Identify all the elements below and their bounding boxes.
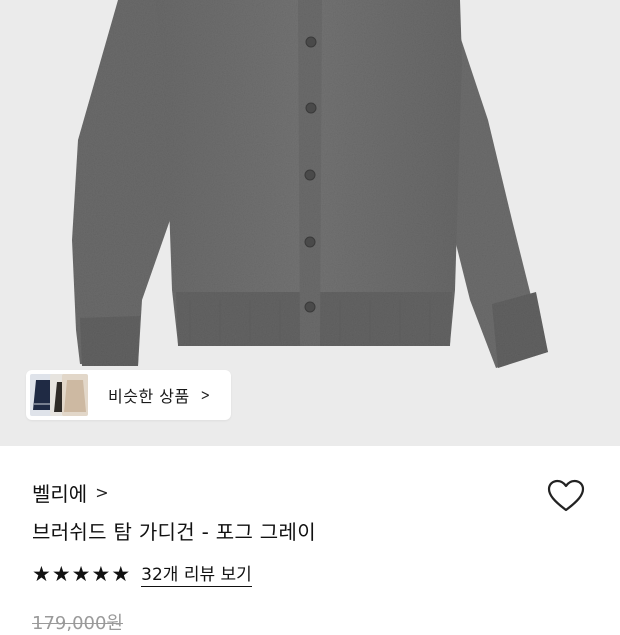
star-icon: ★ bbox=[91, 561, 111, 586]
similar-products-button[interactable]: 비슷한 상품 > bbox=[26, 370, 231, 420]
star-icon: ★ bbox=[111, 561, 131, 586]
similar-products-label: 비슷한 상품 bbox=[108, 387, 190, 406]
original-price: 179,000원 bbox=[32, 613, 123, 634]
brand-name: 벨리에 bbox=[32, 482, 88, 506]
rating-stars: ★ ★ ★ ★ ★ bbox=[32, 562, 131, 586]
review-link[interactable]: 32개 리뷰 보기 bbox=[141, 560, 252, 587]
similar-thumbnail bbox=[62, 374, 88, 416]
star-icon: ★ bbox=[51, 561, 71, 586]
chevron-right-icon: > bbox=[200, 385, 210, 404]
similar-thumbnails bbox=[28, 370, 88, 420]
brand-link[interactable]: 벨리에 > bbox=[32, 478, 109, 507]
star-icon: ★ bbox=[71, 561, 91, 586]
star-icon: ★ bbox=[32, 561, 51, 586]
product-image[interactable]: 비슷한 상품 > bbox=[0, 0, 620, 446]
rating-row: ★ ★ ★ ★ ★ 32개 리뷰 보기 bbox=[32, 560, 252, 587]
chevron-right-icon: > bbox=[95, 483, 109, 502]
product-title: 브러쉬드 탐 가디건 - 포그 그레이 bbox=[32, 520, 316, 544]
heart-outline-icon bbox=[547, 479, 585, 512]
wishlist-button[interactable] bbox=[546, 478, 586, 514]
